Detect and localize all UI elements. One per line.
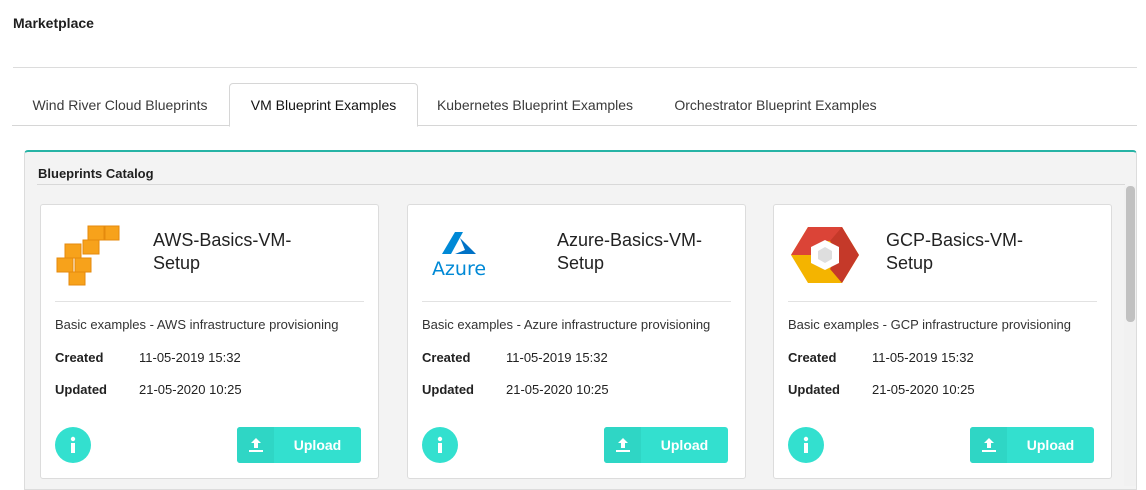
card-divider: [422, 301, 731, 302]
info-button[interactable]: [788, 427, 824, 463]
updated-date: 21-05-2020 10:25: [139, 382, 242, 397]
created-label: Created: [422, 350, 471, 365]
scrollbar-thumb[interactable]: [1126, 186, 1135, 322]
info-icon: [437, 436, 443, 453]
card-title: Azure-Basics-VM-Setup: [557, 230, 703, 273]
tab-bar: Wind River Cloud Blueprints VM Blueprint…: [12, 83, 1137, 127]
updated-date: 21-05-2020 10:25: [506, 382, 609, 397]
created-label: Created: [55, 350, 104, 365]
tab-vm-blueprint-examples[interactable]: VM Blueprint Examples: [229, 83, 418, 127]
created-label: Created: [788, 350, 837, 365]
title-divider: [13, 67, 1137, 68]
created-date: 11-05-2019 15:32: [872, 350, 974, 365]
created-date: 11-05-2019 15:32: [506, 350, 608, 365]
azure-logo-icon: Azure: [420, 223, 498, 287]
azure-logo-text: Azure: [431, 258, 487, 280]
catalog-title: Blueprints Catalog: [38, 166, 154, 181]
info-button[interactable]: [55, 427, 91, 463]
upload-label: Upload: [293, 437, 342, 453]
upload-label: Upload: [660, 437, 709, 453]
blueprints-catalog-panel: Blueprints Catalog AWS-Basics-VM-Setup B…: [24, 150, 1137, 490]
card-description: Basic examples - Azure infrastructure pr…: [422, 317, 711, 332]
info-button[interactable]: [422, 427, 458, 463]
aws-logo-icon: [53, 223, 131, 287]
card-description: Basic examples - AWS infrastructure prov…: [55, 317, 339, 332]
upload-icon: [970, 427, 1007, 463]
blueprint-card-aws: AWS-Basics-VM-Setup Basic examples - AWS…: [40, 204, 379, 479]
updated-label: Updated: [422, 382, 474, 397]
upload-button[interactable]: Upload: [237, 427, 361, 463]
card-divider: [788, 301, 1097, 302]
updated-date: 21-05-2020 10:25: [872, 382, 975, 397]
tab-wind-river-cloud-blueprints[interactable]: Wind River Cloud Blueprints: [12, 83, 228, 126]
upload-button[interactable]: Upload: [604, 427, 728, 463]
card-description: Basic examples - GCP infrastructure prov…: [788, 317, 1071, 332]
upload-icon: [237, 427, 274, 463]
catalog-scrollbar[interactable]: [1124, 186, 1136, 486]
updated-label: Updated: [55, 382, 107, 397]
tab-kubernetes-blueprint-examples[interactable]: Kubernetes Blueprint Examples: [418, 83, 652, 126]
created-date: 11-05-2019 15:32: [139, 350, 241, 365]
card-divider: [55, 301, 364, 302]
card-title: AWS-Basics-VM-Setup: [153, 230, 292, 273]
upload-button[interactable]: Upload: [970, 427, 1094, 463]
tab-orchestrator-blueprint-examples[interactable]: Orchestrator Blueprint Examples: [652, 83, 899, 126]
upload-icon: [604, 427, 641, 463]
blueprint-card-gcp: GCP-Basics-VM-Setup Basic examples - GCP…: [773, 204, 1112, 479]
updated-label: Updated: [788, 382, 840, 397]
page-title: Marketplace: [13, 15, 94, 31]
card-title: GCP-Basics-VM-Setup: [886, 230, 1024, 273]
gcp-logo-icon: [786, 223, 864, 287]
catalog-divider: [37, 184, 1125, 185]
blueprint-card-azure: Azure Azure-Basics-VM-Setup Basic exampl…: [407, 204, 746, 479]
info-icon: [803, 436, 809, 453]
info-icon: [70, 436, 76, 453]
upload-label: Upload: [1026, 437, 1075, 453]
